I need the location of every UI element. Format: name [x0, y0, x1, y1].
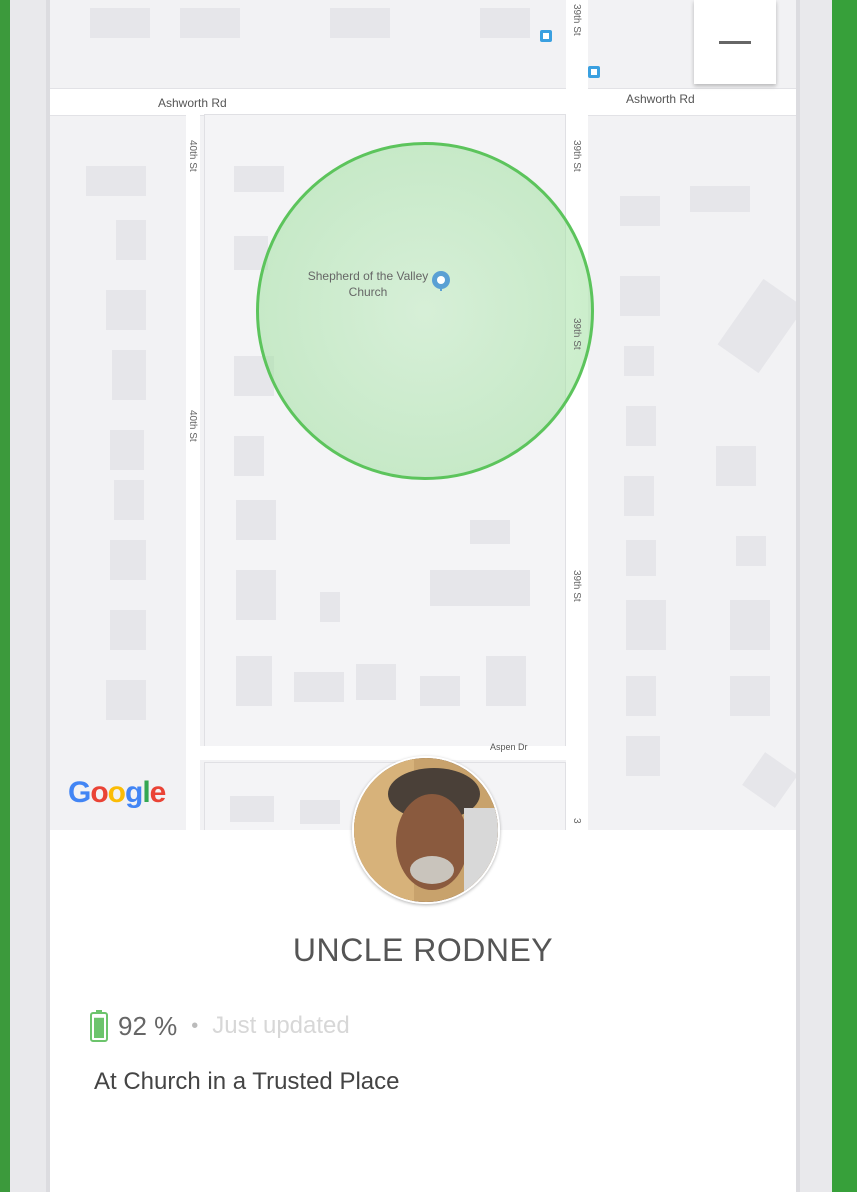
map-building: [420, 676, 460, 706]
map-building: [717, 278, 796, 374]
map-building: [236, 500, 276, 540]
map-building: [620, 196, 660, 226]
map-building: [690, 186, 750, 212]
map-building: [626, 676, 656, 716]
map-building: [480, 8, 530, 38]
bus-stop-icon[interactable]: [540, 30, 552, 42]
avatar[interactable]: [352, 756, 500, 904]
map-building: [294, 672, 344, 702]
map-building: [716, 446, 756, 486]
map-building: [330, 8, 390, 38]
map-building: [112, 350, 146, 400]
map-building: [236, 656, 272, 706]
phone-screen: Shepherd of the Valley Church Ashworth R…: [46, 0, 800, 1192]
map-building: [116, 220, 146, 260]
map-building: [110, 610, 146, 650]
map-building: [236, 570, 276, 620]
road-40th: [186, 114, 200, 830]
map-building: [110, 430, 144, 470]
map-building: [320, 592, 340, 622]
map-view[interactable]: Shepherd of the Valley Church Ashworth R…: [50, 0, 796, 830]
map-building: [114, 480, 144, 520]
map-building: [300, 800, 340, 824]
road-label-39th-3: 39th St: [571, 570, 582, 602]
map-building: [742, 752, 796, 808]
road-label-aspen: Aspen Dr: [490, 742, 528, 752]
avatar-photo-icon: [354, 758, 498, 902]
separator-dot: •: [191, 1014, 199, 1037]
map-building: [470, 520, 510, 544]
road-label-39th-top: 39th St: [571, 4, 582, 36]
road-label-ashworth-left: Ashworth Rd: [158, 96, 227, 110]
church-label[interactable]: Shepherd of the Valley Church: [298, 268, 438, 300]
map-building: [90, 8, 150, 38]
map-building: [736, 536, 766, 566]
google-logo: Google: [68, 776, 166, 809]
map-building: [86, 166, 146, 196]
road-label-40th-top: 40th St: [187, 140, 198, 172]
road-label-39th-2: 39th St: [571, 318, 582, 350]
road-label-39th-1: 39th St: [571, 140, 582, 172]
map-building: [234, 166, 284, 192]
map-building: [486, 656, 526, 706]
place-pin-icon[interactable]: [430, 270, 452, 292]
road-label-40th-mid: 40th St: [187, 410, 198, 442]
map-building: [230, 796, 274, 822]
zoom-out-button[interactable]: [694, 0, 776, 84]
map-building: [620, 276, 660, 316]
minus-icon: [719, 40, 751, 44]
map-building: [110, 540, 146, 580]
map-building: [626, 406, 656, 446]
updated-status: Just updated: [212, 1012, 350, 1039]
member-name: UNCLE RODNEY: [292, 932, 554, 968]
map-building: [626, 600, 666, 650]
place-status: At Church in a Trusted Place: [94, 1068, 400, 1095]
map-building: [106, 290, 146, 330]
map-building: [624, 346, 654, 376]
map-building: [730, 600, 770, 650]
map-building: [624, 476, 654, 516]
map-building: [180, 8, 240, 38]
map-building: [356, 664, 396, 700]
map-building: [430, 570, 530, 606]
map-building: [626, 736, 660, 776]
geofence-circle[interactable]: [256, 142, 594, 480]
road-label-ashworth-right: Ashworth Rd: [626, 92, 695, 106]
map-building: [106, 680, 146, 720]
battery-percent: 92 %: [118, 1010, 178, 1041]
road-39th: [566, 0, 588, 830]
right-border: [832, 0, 857, 1192]
map-building: [234, 436, 264, 476]
road-label-39th-bottom: 3: [571, 818, 582, 824]
bus-stop-icon[interactable]: [588, 66, 600, 78]
map-building: [626, 540, 656, 576]
map-building: [730, 676, 770, 716]
status-row: 92 % • Just updated: [90, 1006, 350, 1046]
battery-icon: [90, 1010, 108, 1042]
left-border: [0, 0, 10, 1192]
